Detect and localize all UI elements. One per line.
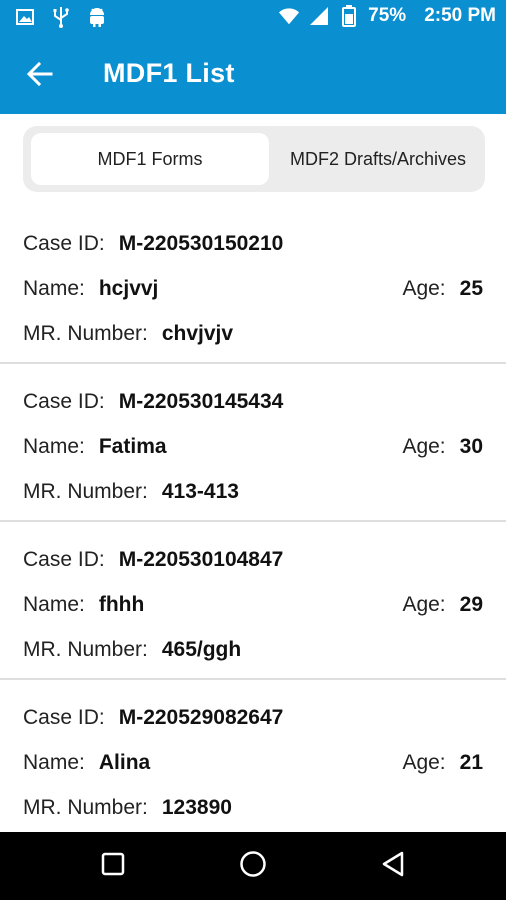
mr-number-label: MR. Number: (23, 322, 148, 345)
tab-bar: MDF1 Forms MDF2 Drafts/Archives (23, 126, 485, 192)
age-field: Age: 21 (402, 751, 483, 775)
case-id-row: Case ID: M-220530150210 (23, 232, 283, 256)
age-label: Age: (402, 277, 446, 300)
back-triangle-icon (380, 850, 406, 883)
mr-number-value: chvjvjv (161, 322, 234, 345)
home-button[interactable] (233, 846, 273, 886)
android-icon (86, 6, 108, 28)
case-id-label: Case ID: (23, 548, 105, 571)
mr-number-value: 123890 (161, 796, 232, 819)
case-id-label: Case ID: (23, 232, 105, 255)
list-item[interactable]: Case ID: M-220529082647 Name: Alina Age:… (0, 680, 506, 836)
arrow-left-icon (26, 61, 53, 92)
case-id-row: Case ID: M-220530104847 (23, 548, 283, 572)
age-field: Age: 25 (402, 277, 483, 301)
usb-icon (50, 6, 72, 28)
name-label: Name: (23, 435, 85, 458)
age-label: Age: (402, 751, 446, 774)
battery-icon (338, 5, 360, 27)
name-row: Name: hcjvvj (23, 277, 158, 301)
name-value: Alina (98, 751, 151, 774)
battery-percent: 75% (368, 5, 407, 26)
name-label: Name: (23, 277, 85, 300)
name-row: Name: fhhh (23, 593, 144, 617)
name-row: Name: Alina (23, 751, 150, 775)
mr-number-value: 413-413 (161, 480, 239, 503)
status-time: 2:50 PM (424, 5, 496, 26)
mr-number-label: MR. Number: (23, 638, 148, 661)
age-field: Age: 30 (402, 435, 483, 459)
case-id-value: M-220530145434 (118, 390, 284, 413)
app-bar: 75% 2:50 PM MDF1 List (0, 0, 506, 114)
page-title: MDF1 List (103, 58, 235, 88)
mr-number-row: MR. Number: 123890 (23, 796, 232, 820)
case-id-row: Case ID: M-220530145434 (23, 390, 283, 414)
list-item[interactable]: Case ID: M-220530150210 Name: hcjvvj Age… (0, 206, 506, 364)
case-id-row: Case ID: M-220529082647 (23, 706, 283, 730)
mr-number-row: MR. Number: chvjvjv (23, 322, 233, 346)
age-label: Age: (402, 593, 446, 616)
age-value: 21 (459, 751, 483, 774)
tab-mdf2-drafts-archives[interactable]: MDF2 Drafts/Archives (271, 133, 485, 185)
tab-mdf1-forms[interactable]: MDF1 Forms (31, 133, 269, 185)
mr-number-row: MR. Number: 465/ggh (23, 638, 241, 662)
name-value: fhhh (98, 593, 145, 616)
case-id-label: Case ID: (23, 706, 105, 729)
case-id-value: M-220530150210 (118, 232, 284, 255)
case-id-label: Case ID: (23, 390, 105, 413)
status-bar: 75% 2:50 PM (0, 0, 506, 38)
wifi-icon (278, 5, 300, 27)
mr-number-value: 465/ggh (161, 638, 242, 661)
case-id-value: M-220530104847 (118, 548, 284, 571)
age-value: 25 (459, 277, 483, 300)
system-back-button[interactable] (373, 846, 413, 886)
name-value: Fatima (98, 435, 167, 458)
list-item[interactable]: Case ID: M-220530145434 Name: Fatima Age… (0, 364, 506, 522)
toolbar: MDF1 List (0, 38, 506, 114)
name-label: Name: (23, 751, 85, 774)
record-list: Case ID: M-220530150210 Name: hcjvvj Age… (0, 206, 506, 836)
age-field: Age: 29 (402, 593, 483, 617)
recents-button[interactable] (93, 846, 133, 886)
back-button[interactable] (20, 56, 60, 96)
name-value: hcjvvj (98, 277, 159, 300)
recents-square-icon (101, 852, 125, 881)
system-nav-bar (0, 832, 506, 900)
signal-icon (308, 5, 330, 27)
name-row: Name: Fatima (23, 435, 167, 459)
list-item[interactable]: Case ID: M-220530104847 Name: fhhh Age: … (0, 522, 506, 680)
mr-number-label: MR. Number: (23, 480, 148, 503)
home-circle-icon (239, 850, 267, 883)
mr-number-label: MR. Number: (23, 796, 148, 819)
image-icon (14, 6, 36, 28)
age-value: 30 (459, 435, 483, 458)
age-value: 29 (459, 593, 483, 616)
name-label: Name: (23, 593, 85, 616)
age-label: Age: (402, 435, 446, 458)
case-id-value: M-220529082647 (118, 706, 284, 729)
mr-number-row: MR. Number: 413-413 (23, 480, 239, 504)
